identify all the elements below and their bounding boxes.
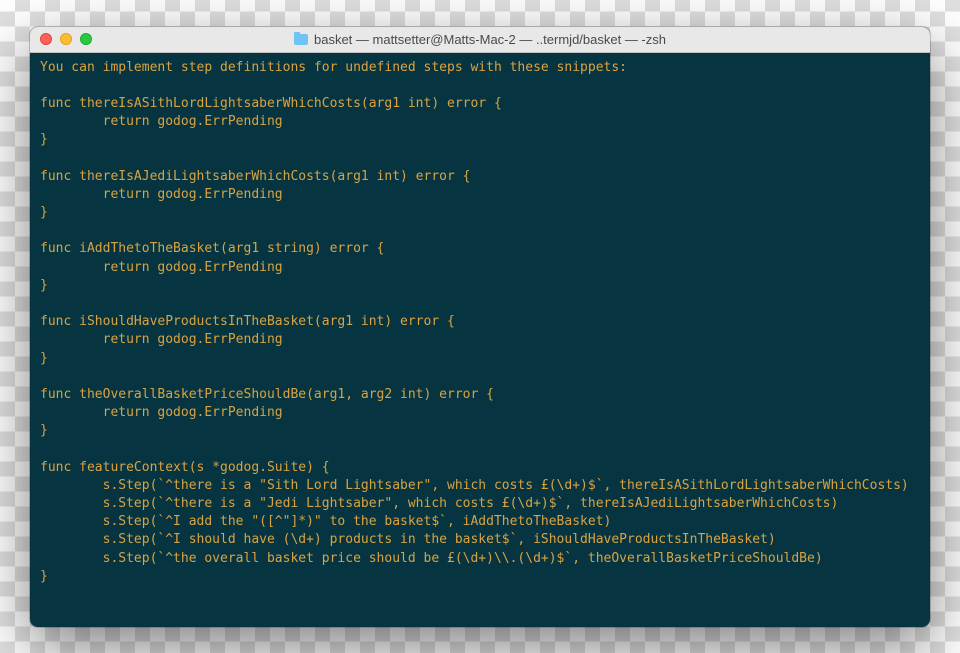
terminal-line: s.Step(`^I add the "([^"]*)" to the bask… <box>40 513 920 531</box>
titlebar[interactable]: basket — mattsetter@Matts-Mac-2 — ..term… <box>30 27 930 53</box>
close-button[interactable] <box>40 33 52 45</box>
terminal-line: } <box>40 204 920 222</box>
terminal-window: basket — mattsetter@Matts-Mac-2 — ..term… <box>30 27 930 627</box>
terminal-line: s.Step(`^there is a "Sith Lord Lightsabe… <box>40 477 920 495</box>
terminal-line: } <box>40 350 920 368</box>
terminal-line: } <box>40 131 920 149</box>
terminal-line <box>40 440 920 458</box>
terminal-line: You can implement step definitions for u… <box>40 59 920 77</box>
terminal-line <box>40 368 920 386</box>
terminal-line: return godog.ErrPending <box>40 113 920 131</box>
terminal-content[interactable]: You can implement step definitions for u… <box>30 53 930 627</box>
terminal-line: } <box>40 422 920 440</box>
terminal-line: func iShouldHaveProductsInTheBasket(arg1… <box>40 313 920 331</box>
terminal-line: func thereIsASithLordLightsaberWhichCost… <box>40 95 920 113</box>
minimize-button[interactable] <box>60 33 72 45</box>
window-title: basket — mattsetter@Matts-Mac-2 — ..term… <box>30 32 930 47</box>
terminal-line <box>40 77 920 95</box>
terminal-line: return godog.ErrPending <box>40 331 920 349</box>
title-text: basket — mattsetter@Matts-Mac-2 — ..term… <box>314 32 666 47</box>
terminal-line: s.Step(`^the overall basket price should… <box>40 550 920 568</box>
terminal-line: } <box>40 568 920 586</box>
terminal-line: func thereIsAJediLightsaberWhichCosts(ar… <box>40 168 920 186</box>
maximize-button[interactable] <box>80 33 92 45</box>
terminal-line: } <box>40 277 920 295</box>
terminal-line: func theOverallBasketPriceShouldBe(arg1,… <box>40 386 920 404</box>
terminal-line: s.Step(`^there is a "Jedi Lightsaber", w… <box>40 495 920 513</box>
folder-icon <box>294 34 308 45</box>
terminal-line: return godog.ErrPending <box>40 259 920 277</box>
terminal-line <box>40 295 920 313</box>
terminal-line <box>40 222 920 240</box>
terminal-line: return godog.ErrPending <box>40 404 920 422</box>
terminal-line: func featureContext(s *godog.Suite) { <box>40 459 920 477</box>
terminal-line: return godog.ErrPending <box>40 186 920 204</box>
terminal-line <box>40 149 920 167</box>
terminal-line: s.Step(`^I should have (\d+) products in… <box>40 531 920 549</box>
traffic-lights <box>40 33 92 45</box>
terminal-line: func iAddThetoTheBasket(arg1 string) err… <box>40 240 920 258</box>
